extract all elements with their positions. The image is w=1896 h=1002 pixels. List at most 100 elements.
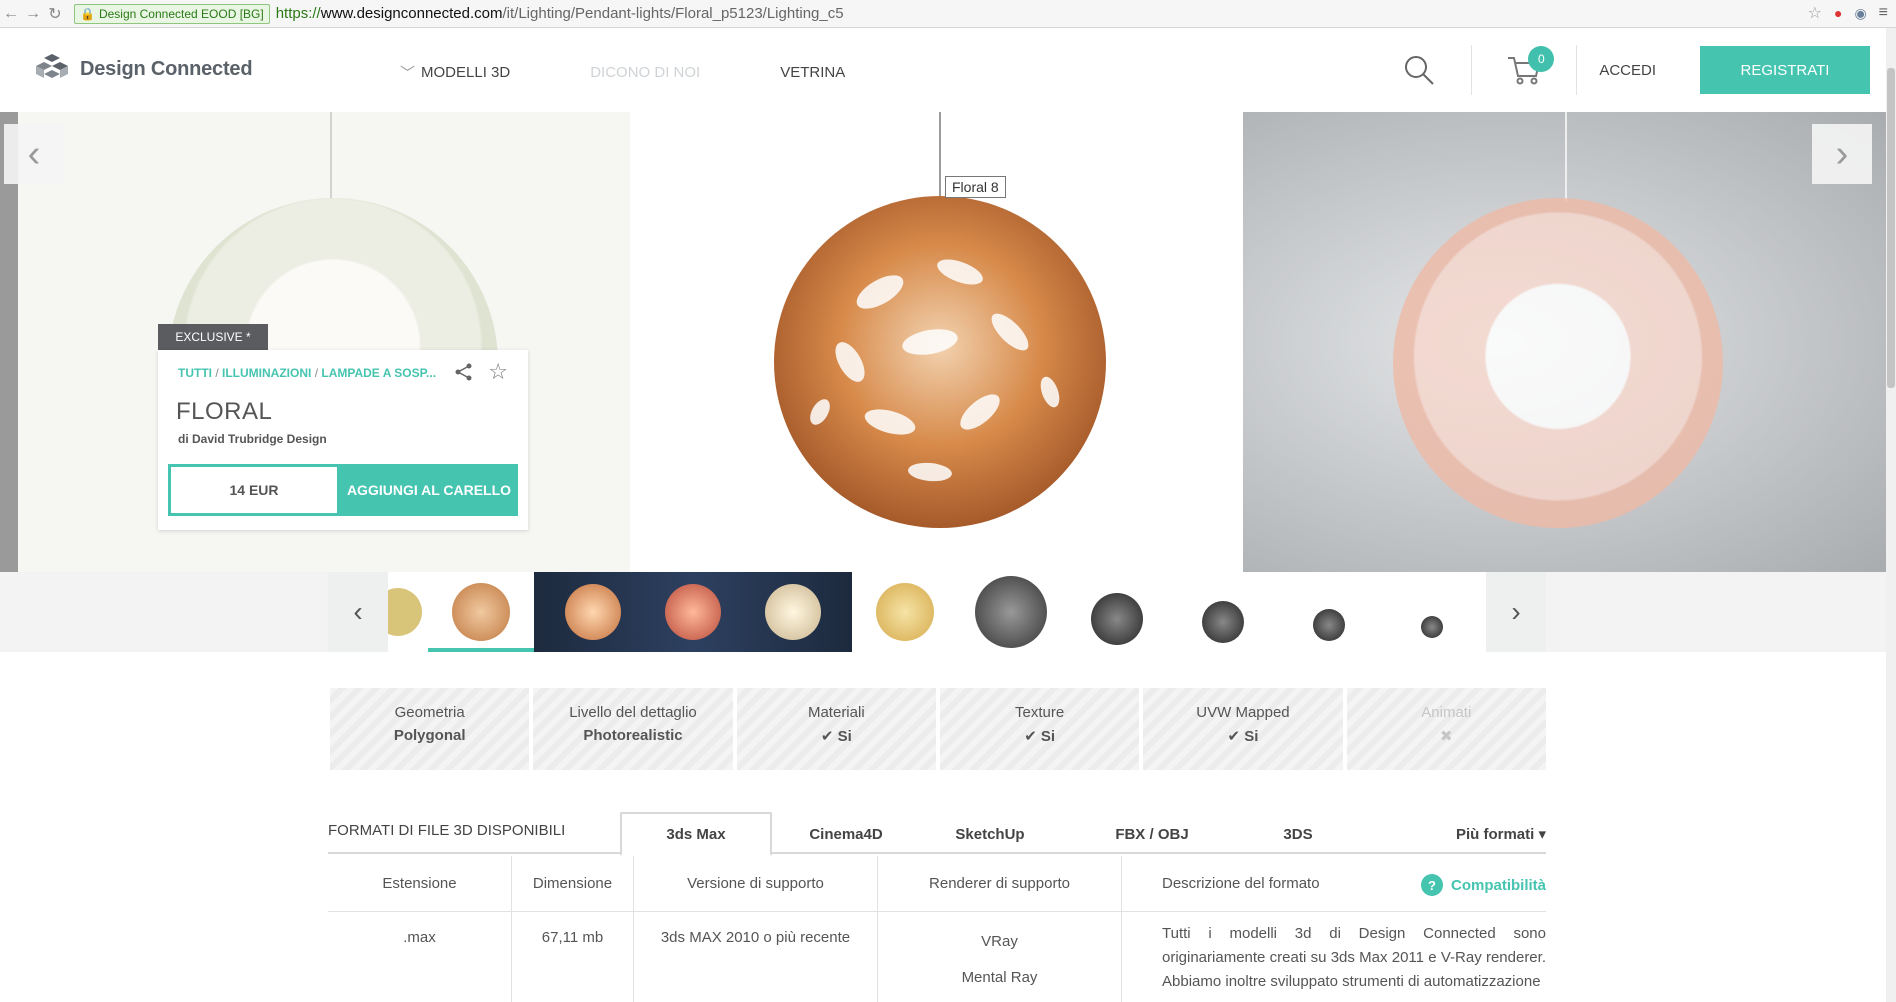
header-divider-2 xyxy=(1576,45,1578,95)
question-icon: ? xyxy=(1420,874,1443,896)
back-icon[interactable]: ← xyxy=(0,3,22,25)
search-icon xyxy=(1405,56,1435,85)
spec-label: Materiali xyxy=(807,704,865,721)
register-button[interactable]: REGISTRATI xyxy=(1700,46,1870,94)
thumbnail[interactable] xyxy=(1064,572,1170,652)
chevron-left-icon: ‹ xyxy=(353,596,363,627)
product-card: TUTTI / ILLUMINAZIONI / LAMPADE A SOSP..… xyxy=(158,350,528,530)
cart-button[interactable]: 0 xyxy=(1494,28,1555,112)
extension-icon-2[interactable]: ◉ xyxy=(1854,5,1866,22)
formats-tabbar: FORMATI DI FILE 3D DISPONIBILI 3ds Max C… xyxy=(328,808,1546,856)
breadcrumb-lampade[interactable]: LAMPADE A SOSP... xyxy=(321,366,436,380)
spec-value: Photorealistic xyxy=(583,727,683,744)
spec-materials: Materiali ✔ Si xyxy=(736,688,936,770)
spec-value: ✔ Si xyxy=(820,728,852,745)
add-to-cart-button[interactable]: AGGIUNGI AL CARELLO xyxy=(340,464,518,516)
extension-icon[interactable]: ● xyxy=(1834,5,1842,21)
product-title: FLORAL xyxy=(176,398,273,425)
col-header: Renderer di supporto xyxy=(878,856,1121,912)
nav-models-3d[interactable]: ﹀ MODELLI 3D xyxy=(400,62,510,83)
url-text[interactable]: https://www.designconnected.com/it/Light… xyxy=(276,5,844,22)
renderer-mental-ray: Mental Ray xyxy=(961,969,1038,986)
thumbnail-active[interactable] xyxy=(428,572,534,652)
renderer-vray: VRay xyxy=(981,933,1018,950)
col-description: Descrizione del formato ? Compatibilità … xyxy=(1122,856,1546,1002)
lamp-image-copper xyxy=(774,196,1106,528)
tab-more-formats[interactable]: Più formati ▾ xyxy=(1410,812,1546,856)
compatibility-link[interactable]: ? Compatibilità xyxy=(1420,874,1546,896)
reload-icon[interactable]: ↻ xyxy=(44,3,66,25)
thumbnail[interactable] xyxy=(852,572,958,652)
spec-uvw-mapped: UVW Mapped ✔ Si xyxy=(1143,688,1343,770)
url-host: www.designconnected.com xyxy=(320,5,503,22)
thumbnail[interactable] xyxy=(1382,572,1482,652)
lock-icon: 🔒 xyxy=(80,6,95,21)
tab-sketchup[interactable]: SketchUp xyxy=(920,812,1060,856)
breadcrumb-illuminazioni[interactable]: ILLUMINAZIONI xyxy=(222,366,311,380)
spec-boxes: Geometria Polygonal Livello del dettagli… xyxy=(330,688,1546,770)
tab-fbx-obj[interactable]: FBX / OBJ xyxy=(1082,812,1222,856)
gallery-image-current[interactable] xyxy=(630,112,1243,572)
cart-count-badge: 0 xyxy=(1528,46,1555,72)
nav-dicono-di-noi[interactable]: DICONO DI NOI xyxy=(590,64,700,81)
login-link[interactable]: ACCEDI xyxy=(1599,62,1656,79)
breadcrumb-tutti[interactable]: TUTTI xyxy=(178,366,212,380)
main-nav: ﹀ MODELLI 3D DICONO DI NOI VETRINA xyxy=(400,62,925,83)
col-header: Estensione xyxy=(328,856,511,912)
spec-detail-level: Livello del dettaglio Photorealistic xyxy=(533,688,733,770)
spec-textures: Texture ✔ Si xyxy=(939,688,1140,770)
tab-3ds[interactable]: 3DS xyxy=(1238,812,1358,856)
browser-toolbar: ← → ↻ 🔒 Design Connected EOOD [BG] https… xyxy=(0,0,1896,28)
logo-icon xyxy=(36,54,68,78)
thumbs-next-button[interactable]: › xyxy=(1486,572,1546,652)
gallery-prev-button[interactable]: ‹ xyxy=(4,124,64,184)
star-icon[interactable]: ☆ xyxy=(488,361,508,383)
ssl-badge[interactable]: 🔒 Design Connected EOOD [BG] xyxy=(74,3,270,24)
gallery-next-button[interactable]: › xyxy=(1812,124,1872,184)
price: 14 EUR xyxy=(168,464,340,516)
url-scheme: https:// xyxy=(275,5,321,22)
thumbnail[interactable] xyxy=(388,572,428,652)
product-author[interactable]: di David Trubridge Design xyxy=(178,432,327,446)
thumbnail-strip: ‹ › xyxy=(328,572,1546,652)
spec-label: Livello del dettaglio xyxy=(569,704,697,721)
hero-gallery: ‹ › Floral 8 EXCLUSIVE * TUTTI / ILLUMIN… xyxy=(0,112,1886,572)
forward-icon[interactable]: → xyxy=(22,3,44,25)
spec-value: Polygonal xyxy=(393,727,466,744)
nav-vetrina[interactable]: VETRINA xyxy=(780,64,845,81)
thumbnail-dark[interactable] xyxy=(534,572,852,652)
thumbnail[interactable] xyxy=(958,572,1064,652)
format-table: Estensione .max Dimensione 67,11 mb Vers… xyxy=(328,856,1546,1002)
address-bar[interactable]: 🔒 Design Connected EOOD [BG] https://www… xyxy=(74,3,844,25)
spec-label: Geometria xyxy=(394,704,465,721)
header-divider xyxy=(1471,45,1473,95)
thumbnail[interactable] xyxy=(1276,572,1382,652)
logo[interactable]: Design Connected xyxy=(34,54,253,84)
col-header-label: Descrizione del formato xyxy=(1162,875,1320,892)
lamp-image-pink xyxy=(1393,198,1723,528)
page-scrollbar[interactable] xyxy=(1886,28,1896,1002)
buy-row: 14 EUR AGGIUNGI AL CARELLO xyxy=(168,464,518,516)
share-icon[interactable] xyxy=(454,362,474,382)
bookmark-star-icon[interactable]: ☆ xyxy=(1808,3,1822,23)
gallery-image-next[interactable] xyxy=(1243,112,1886,572)
scrollbar-thumb[interactable] xyxy=(1887,68,1895,388)
thumbnail[interactable] xyxy=(1170,572,1276,652)
nav-models-3d-label: MODELLI 3D xyxy=(421,64,511,81)
spec-geometry: Geometria Polygonal xyxy=(330,688,530,770)
spec-label: Animati xyxy=(1421,704,1472,721)
col-header: Dimensione xyxy=(512,856,633,912)
col-renderer: Renderer di supporto VRay Mental Ray xyxy=(878,856,1122,1002)
cell-version: 3ds MAX 2010 o più recente xyxy=(660,929,851,946)
thumbs-prev-button[interactable]: ‹ xyxy=(328,572,388,652)
exclusive-badge: EXCLUSIVE * xyxy=(158,324,268,350)
chevron-down-icon: ﹀ xyxy=(400,65,416,82)
search-button[interactable] xyxy=(1389,28,1449,112)
menu-icon[interactable]: ≡ xyxy=(1879,4,1888,22)
tab-cinema4d[interactable]: Cinema4D xyxy=(786,812,906,856)
cell-renderer: VRay Mental Ray xyxy=(878,912,1121,988)
chevron-right-icon: › xyxy=(1511,596,1521,627)
tab-3ds-max[interactable]: 3ds Max xyxy=(620,812,772,856)
spec-value: ✔ Si xyxy=(1024,728,1056,745)
chevron-left-icon: ‹ xyxy=(27,132,41,175)
